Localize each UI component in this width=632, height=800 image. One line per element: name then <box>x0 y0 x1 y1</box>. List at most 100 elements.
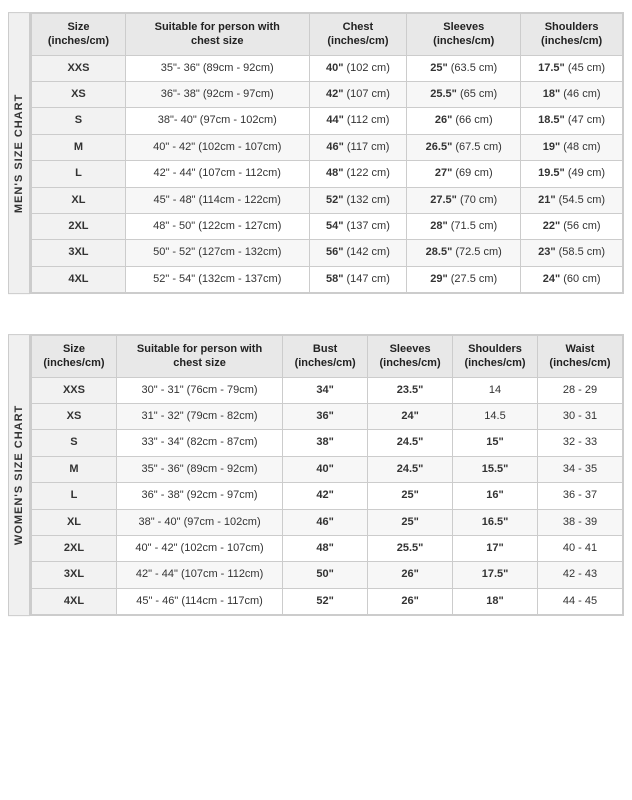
table-cell: 26" (66 cm) <box>407 108 521 134</box>
table-cell: 17.5" <box>453 562 538 588</box>
table-cell: 34" <box>283 377 368 403</box>
table-cell: 27" (69 cm) <box>407 161 521 187</box>
table-cell: 58" (147 cm) <box>309 266 407 292</box>
table-cell: 45" - 48" (114cm - 122cm) <box>125 187 309 213</box>
table-cell: 28.5" (72.5 cm) <box>407 240 521 266</box>
table-cell: 52" - 54" (132cm - 137cm) <box>125 266 309 292</box>
table-row: M40" - 42" (102cm - 107cm)46" (117 cm)26… <box>32 134 623 160</box>
table-cell: 50" - 52" (127cm - 132cm) <box>125 240 309 266</box>
table-cell: 40" <box>283 456 368 482</box>
table-row: 3XL42" - 44" (107cm - 112cm)50" 26" 17.5… <box>32 562 623 588</box>
table-row: M35" - 36" (89cm - 92cm)40" 24.5" 15.5" … <box>32 456 623 482</box>
table-cell: 24" <box>368 404 453 430</box>
table-cell: 38 - 39 <box>537 509 622 535</box>
table-cell: XXS <box>32 55 126 81</box>
table-cell: 16" <box>453 483 538 509</box>
table-cell: 36" - 38" (92cm - 97cm) <box>116 483 282 509</box>
table-cell: 15" <box>453 430 538 456</box>
table-cell: 36 - 37 <box>537 483 622 509</box>
table-cell: 14.5 <box>453 404 538 430</box>
table-cell: 27.5" (70 cm) <box>407 187 521 213</box>
table-row: 4XL52" - 54" (132cm - 137cm)58" (147 cm)… <box>32 266 623 292</box>
table-cell: L <box>32 483 117 509</box>
table-cell: 18" (46 cm) <box>521 81 623 107</box>
table-cell: 42" - 44" (107cm - 112cm) <box>116 562 282 588</box>
column-header: Chest(inches/cm) <box>309 14 407 56</box>
table-cell: 46" (117 cm) <box>309 134 407 160</box>
table-cell: 30 - 31 <box>537 404 622 430</box>
table-cell: 36"- 38" (92cm - 97cm) <box>125 81 309 107</box>
column-header: Size(inches/cm) <box>32 14 126 56</box>
table-cell: 35"- 36" (89cm - 92cm) <box>125 55 309 81</box>
column-header: Sleeves(inches/cm) <box>368 336 453 378</box>
table-cell: 3XL <box>32 562 117 588</box>
chart-label: WOMEN'S SIZE CHART <box>8 334 30 616</box>
column-header: Waist(inches/cm) <box>537 336 622 378</box>
table-cell: L <box>32 161 126 187</box>
table-cell: 16.5" <box>453 509 538 535</box>
table-cell: 2XL <box>32 213 126 239</box>
table-cell: 26" <box>368 588 453 614</box>
table-cell: 52" (132 cm) <box>309 187 407 213</box>
table-cell: 42 - 43 <box>537 562 622 588</box>
table-cell: 40" - 42" (102cm - 107cm) <box>125 134 309 160</box>
table-cell: 24.5" <box>368 430 453 456</box>
table-cell: 4XL <box>32 266 126 292</box>
table-cell: XXS <box>32 377 117 403</box>
table-cell: 25" <box>368 509 453 535</box>
table-cell: S <box>32 108 126 134</box>
table-cell: 2XL <box>32 536 117 562</box>
table-cell: 38"- 40" (97cm - 102cm) <box>125 108 309 134</box>
table-cell: 45" - 46" (114cm - 117cm) <box>116 588 282 614</box>
mens-size-chart: MEN'S SIZE CHARTSize(inches/cm)Suitable … <box>8 12 624 294</box>
table-cell: S <box>32 430 117 456</box>
table-cell: 34 - 35 <box>537 456 622 482</box>
table-cell: 25.5" (65 cm) <box>407 81 521 107</box>
table-row: 2XL48" - 50" (122cm - 127cm)54" (137 cm)… <box>32 213 623 239</box>
table-cell: 28 - 29 <box>537 377 622 403</box>
table-cell: 42" - 44" (107cm - 112cm) <box>125 161 309 187</box>
table-cell: 25" (63.5 cm) <box>407 55 521 81</box>
table-cell: 42" (107 cm) <box>309 81 407 107</box>
table-row: S38"- 40" (97cm - 102cm)44" (112 cm)26" … <box>32 108 623 134</box>
table-cell: XS <box>32 404 117 430</box>
table-cell: 42" <box>283 483 368 509</box>
table-cell: XS <box>32 81 126 107</box>
table-cell: M <box>32 134 126 160</box>
table-cell: 35" - 36" (89cm - 92cm) <box>116 456 282 482</box>
chart-label: MEN'S SIZE CHART <box>8 12 30 294</box>
table-cell: 48" (122 cm) <box>309 161 407 187</box>
table-cell: 18" <box>453 588 538 614</box>
table-cell: 24" (60 cm) <box>521 266 623 292</box>
table-cell: 31" - 32" (79cm - 82cm) <box>116 404 282 430</box>
table-cell: 54" (137 cm) <box>309 213 407 239</box>
table-cell: 40 - 41 <box>537 536 622 562</box>
column-header: Sleeves(inches/cm) <box>407 14 521 56</box>
table-cell: 23.5" <box>368 377 453 403</box>
table-cell: 26.5" (67.5 cm) <box>407 134 521 160</box>
column-header: Suitable for person withchest size <box>116 336 282 378</box>
column-header: Shoulders(inches/cm) <box>521 14 623 56</box>
table-cell: 4XL <box>32 588 117 614</box>
table-cell: 26" <box>368 562 453 588</box>
table-cell: 38" - 40" (97cm - 102cm) <box>116 509 282 535</box>
table-row: XS36"- 38" (92cm - 97cm)42" (107 cm)25.5… <box>32 81 623 107</box>
table-cell: 21" (54.5 cm) <box>521 187 623 213</box>
table-cell: 30" - 31" (76cm - 79cm) <box>116 377 282 403</box>
table-cell: XL <box>32 187 126 213</box>
table-cell: 52" <box>283 588 368 614</box>
table-cell: 17.5" (45 cm) <box>521 55 623 81</box>
table-cell: 17" <box>453 536 538 562</box>
table-cell: 28" (71.5 cm) <box>407 213 521 239</box>
table-cell: 29" (27.5 cm) <box>407 266 521 292</box>
column-header: Suitable for person withchest size <box>125 14 309 56</box>
womens-size-chart: WOMEN'S SIZE CHARTSize(inches/cm)Suitabl… <box>8 334 624 616</box>
table-cell: 19.5" (49 cm) <box>521 161 623 187</box>
table-cell: 38" <box>283 430 368 456</box>
table-cell: 44" (112 cm) <box>309 108 407 134</box>
table-row: XXS35"- 36" (89cm - 92cm)40" (102 cm)25"… <box>32 55 623 81</box>
table-cell: 22" (56 cm) <box>521 213 623 239</box>
table-cell: 3XL <box>32 240 126 266</box>
table-cell: 24.5" <box>368 456 453 482</box>
table-row: XXS30" - 31" (76cm - 79cm)34" 23.5" 1428… <box>32 377 623 403</box>
